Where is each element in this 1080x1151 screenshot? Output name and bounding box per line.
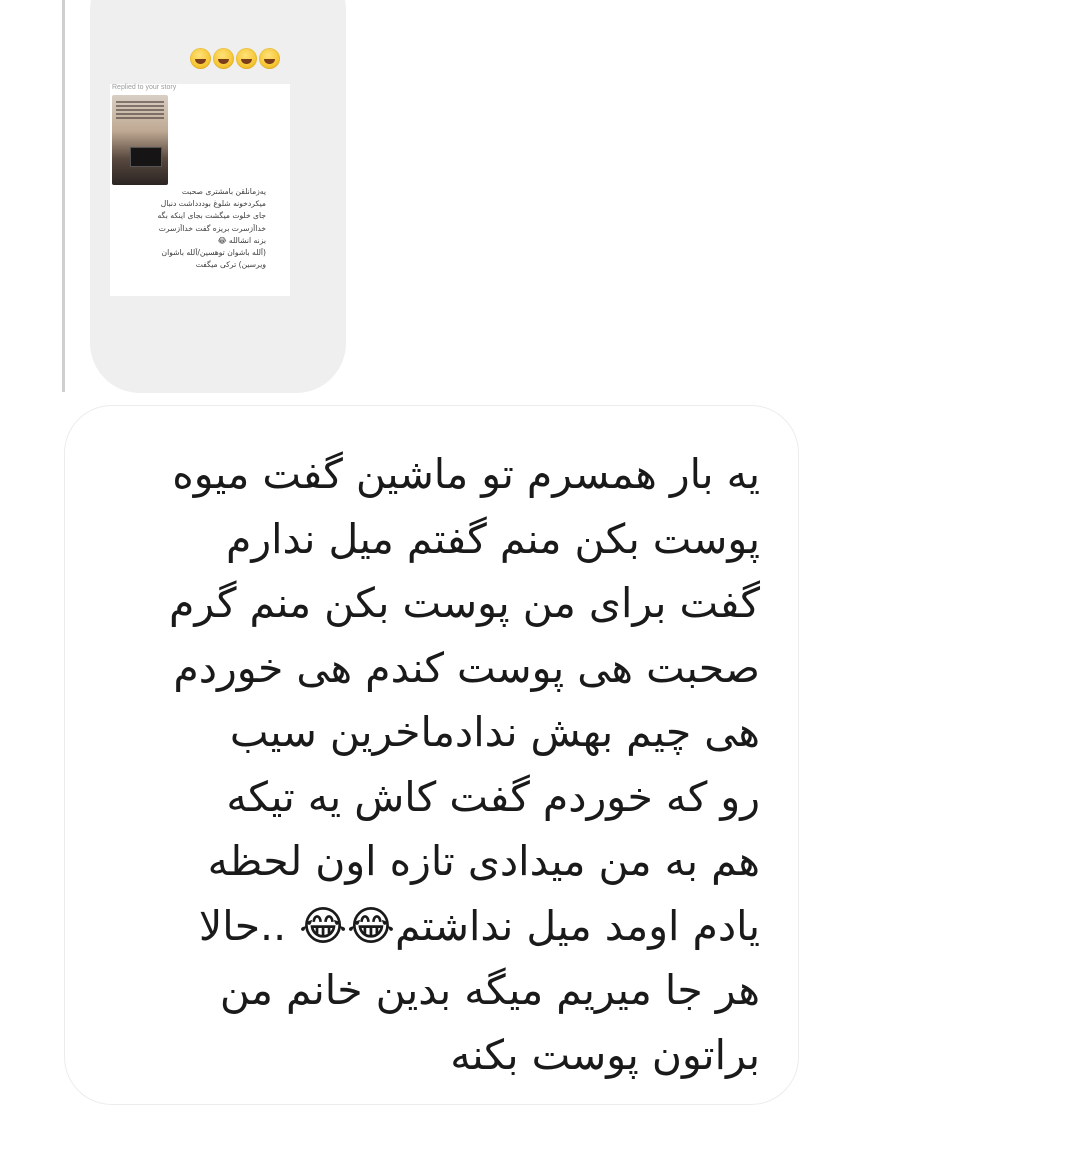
story-text: یه‌زمانلقن بامشتری صحبت میکردخونه شلوغ ب… <box>157 187 266 270</box>
reply-thread-line <box>62 0 65 392</box>
reaction-emoji-row <box>190 48 282 74</box>
tears-of-joy-icon <box>213 48 234 69</box>
tears-of-joy-icon <box>190 48 211 69</box>
replied-to-story-label: Replied to your story <box>112 84 177 91</box>
story-thumbnail-text <box>116 99 164 121</box>
tears-of-joy-icon <box>236 48 257 69</box>
story-thumbnail-overlay <box>130 147 162 167</box>
message-text: یه بار همسرم تو ماشین گفت میوه پوست بکن … <box>168 450 760 1079</box>
tears-of-joy-icon <box>259 48 280 69</box>
story-thumbnail[interactable] <box>112 95 168 185</box>
